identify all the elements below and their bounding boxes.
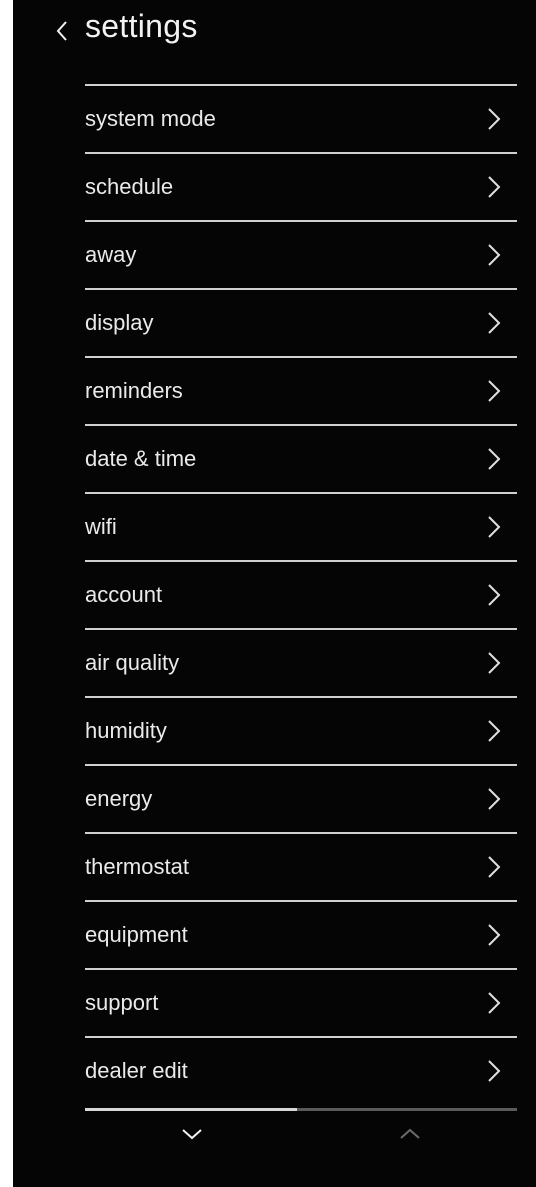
menu-item-label: humidity <box>85 718 167 743</box>
chevron-right-icon <box>488 380 501 402</box>
menu-item-away[interactable]: away <box>85 222 517 290</box>
menu-item-label: thermostat <box>85 854 189 879</box>
chevron-right-icon <box>488 312 501 334</box>
chevron-right-icon <box>488 448 501 470</box>
menu-item-system-mode[interactable]: system mode <box>85 86 517 154</box>
back-button[interactable] <box>49 14 75 48</box>
chevron-right-icon <box>488 720 501 742</box>
chevron-right-icon <box>488 788 501 810</box>
chevron-right-icon <box>488 516 501 538</box>
chevron-up-icon <box>400 1128 420 1139</box>
chevron-right-icon <box>488 992 501 1014</box>
chevron-right-icon <box>488 108 501 130</box>
menu-item-energy[interactable]: energy <box>85 766 517 834</box>
scroll-down-button[interactable] <box>177 1122 207 1146</box>
menu-item-label: energy <box>85 786 153 811</box>
chevron-right-icon <box>488 176 501 198</box>
menu-item-label: reminders <box>85 378 183 403</box>
menu-item-humidity[interactable]: humidity <box>85 698 517 766</box>
scroll-up-button[interactable] <box>395 1122 425 1146</box>
settings-screen: settings system mode schedule away displ… <box>13 0 536 1187</box>
menu-item-date-time[interactable]: date & time <box>85 426 517 494</box>
chevron-right-icon <box>488 584 501 606</box>
menu-item-support[interactable]: support <box>85 970 517 1038</box>
menu-item-schedule[interactable]: schedule <box>85 154 517 222</box>
chevron-right-icon <box>488 652 501 674</box>
menu-item-label: dealer edit <box>85 1058 188 1083</box>
chevron-right-icon <box>488 1060 501 1082</box>
menu-item-account[interactable]: account <box>85 562 517 630</box>
menu-item-wifi[interactable]: wifi <box>85 494 517 562</box>
menu-item-label: account <box>85 582 163 607</box>
chevron-left-icon <box>56 21 67 41</box>
menu-item-thermostat[interactable]: thermostat <box>85 834 517 902</box>
menu-item-reminders[interactable]: reminders <box>85 358 517 426</box>
header: settings <box>13 0 536 62</box>
settings-menu: system mode schedule away display remind… <box>85 84 517 1104</box>
menu-item-display[interactable]: display <box>85 290 517 358</box>
menu-item-label: schedule <box>85 174 174 199</box>
menu-item-equipment[interactable]: equipment <box>85 902 517 970</box>
menu-item-label: support <box>85 990 159 1015</box>
menu-item-dealer-edit[interactable]: dealer edit <box>85 1038 517 1104</box>
scrollbar-track[interactable] <box>85 1108 517 1111</box>
chevron-right-icon <box>488 244 501 266</box>
menu-item-label: air quality <box>85 650 180 675</box>
menu-item-label: wifi <box>85 514 117 539</box>
menu-item-label: equipment <box>85 922 188 947</box>
scrollbar-thumb[interactable] <box>85 1108 297 1111</box>
menu-item-label: away <box>85 242 137 267</box>
menu-item-label: system mode <box>85 106 216 131</box>
page-title: settings <box>85 8 198 44</box>
chevron-down-icon <box>182 1129 202 1140</box>
menu-item-air-quality[interactable]: air quality <box>85 630 517 698</box>
menu-item-label: display <box>85 310 154 335</box>
chevron-right-icon <box>488 924 501 946</box>
chevron-right-icon <box>488 856 501 878</box>
menu-item-label: date & time <box>85 446 197 471</box>
